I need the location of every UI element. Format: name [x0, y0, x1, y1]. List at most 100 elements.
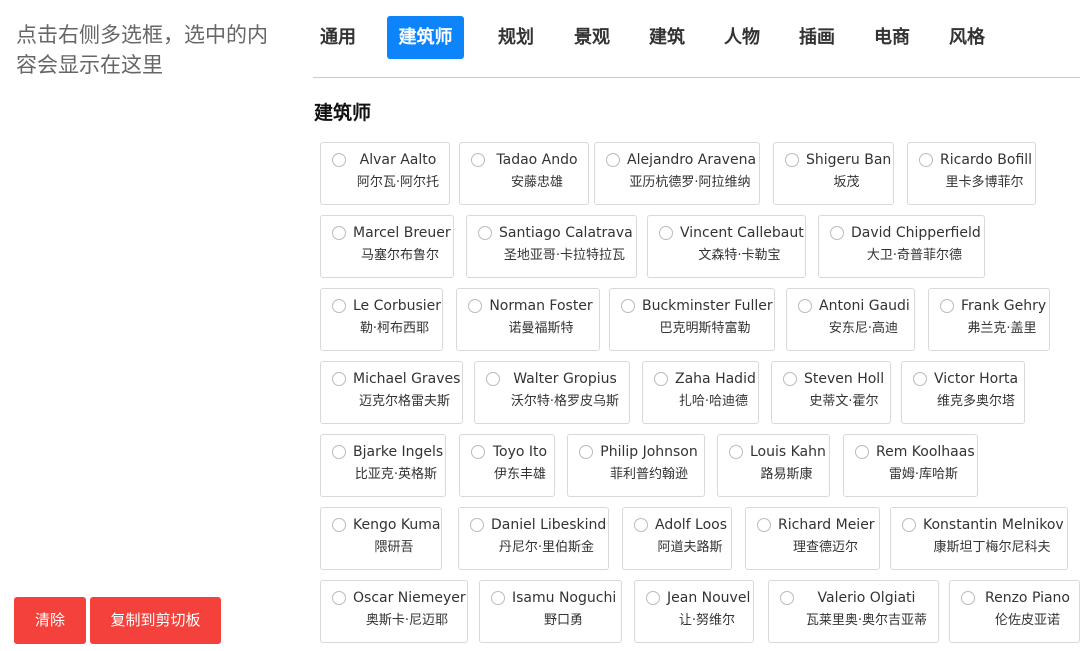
- option-checkbox[interactable]: [902, 518, 916, 532]
- architect-option[interactable]: Rem Koolhaas 雷姆·库哈斯: [843, 434, 978, 497]
- architect-option[interactable]: Antoni Gaudi 安东尼·高迪: [786, 288, 915, 351]
- architect-option[interactable]: Buckminster Fuller 巴克明斯特富勒: [609, 288, 775, 351]
- option-checkbox[interactable]: [919, 153, 933, 167]
- option-checkbox[interactable]: [332, 518, 346, 532]
- option-name-zh: 亚历杭德罗·阿拉维纳: [629, 175, 751, 190]
- divider: [313, 77, 1080, 78]
- option-checkbox[interactable]: [470, 518, 484, 532]
- architect-option[interactable]: Louis Kahn 路易斯康: [717, 434, 830, 497]
- option-checkbox[interactable]: [478, 226, 492, 240]
- architect-option[interactable]: Isamu Noguchi 野口勇: [479, 580, 622, 643]
- architect-option[interactable]: Ricardo Bofill 里卡多博菲尔: [907, 142, 1036, 205]
- option-checkbox[interactable]: [830, 226, 844, 240]
- architect-option[interactable]: Tadao Ando 安藤忠雄: [459, 142, 589, 205]
- architect-option[interactable]: Walter Gropius 沃尔特·格罗皮乌斯: [474, 361, 630, 424]
- architect-option[interactable]: Frank Gehry 弗兰克·盖里: [928, 288, 1050, 351]
- option-checkbox[interactable]: [332, 299, 346, 313]
- architect-option[interactable]: Richard Meier 理查德迈尔: [745, 507, 880, 570]
- architect-option[interactable]: Alejandro Aravena 亚历杭德罗·阿拉维纳: [594, 142, 760, 205]
- option-name-en: Antoni Gaudi: [819, 298, 910, 314]
- architect-option[interactable]: Kengo Kuma 隈研吾: [320, 507, 442, 570]
- architect-option[interactable]: Jean Nouvel 让·努维尔: [634, 580, 754, 643]
- option-name-zh: 菲利普约翰逊: [609, 467, 688, 482]
- option-name-zh: 阿道夫路斯: [657, 540, 723, 555]
- architect-option[interactable]: David Chipperfield 大卫·奇普菲尔德: [818, 215, 985, 278]
- tab-7[interactable]: 电商: [867, 16, 917, 59]
- option-checkbox[interactable]: [332, 226, 346, 240]
- architect-option[interactable]: Zaha Hadid 扎哈·哈迪德: [642, 361, 759, 424]
- tab-8[interactable]: 风格: [942, 16, 992, 59]
- option-checkbox[interactable]: [471, 445, 485, 459]
- option-checkbox[interactable]: [783, 372, 797, 386]
- options-panel: 通用 建筑师 规划 景观 建筑 人物 插画 电商 风格 建筑师 Alvar Aalto 阿尔瓦·阿…: [296, 0, 1080, 651]
- architect-option[interactable]: Marcel Breuer 马塞尔布鲁尔: [320, 215, 454, 278]
- option-checkbox[interactable]: [579, 445, 593, 459]
- option-name-zh: 史蒂文·霍尔: [809, 394, 879, 409]
- option-checkbox[interactable]: [332, 591, 346, 605]
- option-name-en: Steven Holl: [804, 371, 885, 387]
- option-checkbox[interactable]: [332, 372, 346, 386]
- architect-option[interactable]: Oscar Niemeyer 奥斯卡·尼迈耶: [320, 580, 468, 643]
- option-name-zh: 圣地亚哥·卡拉特拉瓦: [503, 248, 626, 263]
- option-checkbox[interactable]: [646, 591, 660, 605]
- option-name-en: Renzo Piano: [985, 590, 1070, 606]
- tab-2[interactable]: 规划: [491, 16, 541, 59]
- option-checkbox[interactable]: [332, 445, 346, 459]
- option-checkbox[interactable]: [654, 372, 668, 386]
- option-checkbox[interactable]: [634, 518, 648, 532]
- option-checkbox[interactable]: [757, 518, 771, 532]
- option-name-en: Louis Kahn: [750, 444, 826, 460]
- option-checkbox[interactable]: [621, 299, 635, 313]
- architect-option[interactable]: Santiago Calatrava 圣地亚哥·卡拉特拉瓦: [466, 215, 637, 278]
- architect-option[interactable]: Konstantin Melnikov 康斯坦丁梅尔尼科夫: [890, 507, 1068, 570]
- architect-option[interactable]: Michael Graves 迈克尔格雷夫斯: [320, 361, 463, 424]
- tab-0[interactable]: 通用: [313, 16, 363, 59]
- option-checkbox[interactable]: [855, 445, 869, 459]
- option-name-en: Buckminster Fuller: [642, 298, 773, 314]
- option-name-en: Jean Nouvel: [667, 590, 751, 606]
- architect-option[interactable]: Philip Johnson 菲利普约翰逊: [567, 434, 705, 497]
- option-name-en: Rem Koolhaas: [876, 444, 975, 460]
- option-checkbox[interactable]: [798, 299, 812, 313]
- option-name-en: Richard Meier: [778, 517, 875, 533]
- architect-option[interactable]: Alvar Aalto 阿尔瓦·阿尔托: [320, 142, 450, 205]
- option-checkbox[interactable]: [471, 153, 485, 167]
- copy-to-clipboard-button[interactable]: 复制到剪切板: [90, 597, 221, 644]
- architect-option[interactable]: Steven Holl 史蒂文·霍尔: [771, 361, 891, 424]
- architect-option[interactable]: Valerio Olgiati 瓦莱里奥·奥尔吉亚蒂: [768, 580, 939, 643]
- architect-option[interactable]: Toyo Ito 伊东丰雄: [459, 434, 555, 497]
- option-checkbox[interactable]: [491, 591, 505, 605]
- architect-option[interactable]: Adolf Loos 阿道夫路斯: [622, 507, 732, 570]
- option-name-en: Kengo Kuma: [353, 517, 441, 533]
- option-name-en: Victor Horta: [934, 371, 1019, 387]
- option-checkbox[interactable]: [785, 153, 799, 167]
- tab-3[interactable]: 景观: [567, 16, 617, 59]
- architect-option[interactable]: Daniel Libeskind 丹尼尔·里伯斯金: [458, 507, 609, 570]
- option-checkbox[interactable]: [606, 153, 620, 167]
- architect-option[interactable]: Bjarke Ingels 比亚克·英格斯: [320, 434, 446, 497]
- tab-1[interactable]: 建筑师: [387, 16, 464, 59]
- architect-option[interactable]: Shigeru Ban 坂茂: [773, 142, 894, 205]
- option-checkbox[interactable]: [468, 299, 482, 313]
- tab-5[interactable]: 人物: [717, 16, 767, 59]
- option-name-zh: 隈研吾: [374, 540, 414, 555]
- option-name-en: Zaha Hadid: [675, 371, 756, 387]
- option-checkbox[interactable]: [332, 153, 346, 167]
- option-checkbox[interactable]: [961, 591, 975, 605]
- architect-option[interactable]: Vincent Callebaut 文森特·卡勒宝: [647, 215, 806, 278]
- architect-option[interactable]: Victor Horta 维克多奥尔塔: [901, 361, 1025, 424]
- architect-option[interactable]: Norman Foster 诺曼福斯特: [456, 288, 600, 351]
- option-checkbox[interactable]: [729, 445, 743, 459]
- section-title: 建筑师: [314, 102, 372, 124]
- option-checkbox[interactable]: [940, 299, 954, 313]
- architect-option[interactable]: Le Corbusier 勒·柯布西耶: [320, 288, 443, 351]
- tab-4[interactable]: 建筑: [642, 16, 692, 59]
- clear-button[interactable]: 清除: [14, 597, 86, 644]
- option-checkbox[interactable]: [913, 372, 927, 386]
- option-checkbox[interactable]: [780, 591, 794, 605]
- option-checkbox[interactable]: [659, 226, 673, 240]
- architect-option[interactable]: Renzo Piano 伦佐皮亚诺: [949, 580, 1080, 643]
- option-name-zh: 比亚克·英格斯: [354, 467, 438, 482]
- tab-6[interactable]: 插画: [792, 16, 842, 59]
- option-checkbox[interactable]: [486, 372, 500, 386]
